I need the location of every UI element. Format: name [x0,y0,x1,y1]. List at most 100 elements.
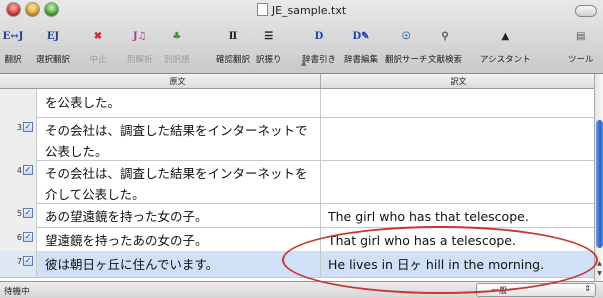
toolbar-ej-selection-translate-button[interactable]: EJ 選択翻訳 [36,24,70,65]
target-text-cell[interactable]: That girl who has a telescope. [328,230,590,251]
table-row[interactable]: 6 ✓ 望遠鏡を持ったあの女の子。 That girl who has a teles… [0,227,594,252]
translation-search-icon-glyph: ☉ [401,31,411,42]
toolbar-label: 辞書編集 [344,55,379,65]
scrollbar-thumb[interactable] [596,120,603,248]
toolbar-label: 選択翻訳 [36,55,71,65]
cell-divider [320,160,321,203]
toolbar-columns-button[interactable]: Ⅱ 確認翻訳 [216,24,250,65]
row-checkbox[interactable]: ✓ [23,122,33,132]
toolbar-label: 翻訳 [4,55,22,65]
translation-grid: を公表した。 3 ✓ その会社は、調査した結果をインターネットで公表した。 4 ✓ その会社… [0,89,594,281]
status-text: 待機中 [4,287,30,297]
ej-selection-translate-icon-glyph: EJ [46,31,60,42]
table-row[interactable]: 4 ✓ その会社は、調査した結果をインターネットを介して公表した。 [0,160,594,204]
toolbar-label: 別訳語 [164,55,190,65]
target-column-header[interactable]: 訳文 [322,76,595,87]
dictionary-lookup-icon-glyph: D [314,31,324,42]
row-number-cell: 7 ✓ [0,251,37,277]
source-text-cell[interactable]: その会社は、調査した結果をインターネットを介して公表した。 [45,163,315,205]
row-number: 5 [16,209,22,218]
dictionary-edit-icon: D✎ [344,24,378,50]
toolbar-label: アシスタント [480,55,531,65]
row-checkbox[interactable]: ✓ [23,256,33,266]
select-arrows-icon: ⇕ [584,284,591,293]
row-checkbox[interactable]: ✓ [23,165,33,175]
row-number-cell: 3 ✓ [0,117,37,160]
lines-icon: ☰ [256,24,282,50]
toolbar-lines-button[interactable]: ☰ 訳振り [256,24,282,65]
alternative-word-icon: ♣ [164,24,190,50]
row-number: 6 [16,233,22,242]
source-text-cell[interactable]: その会社は、調査した結果をインターネットで公表した。 [45,120,315,162]
toolbar-label: 辞書引き [302,55,337,65]
column-header: 原文 訳文 [0,74,603,89]
table-row[interactable]: 5 ✓ あの望遠鏡を持った女の子。 The girl who has that tel… [0,203,594,228]
stop-x-icon-glyph: ✖ [93,31,103,42]
dictionary-lookup-icon: D [302,24,336,50]
target-text-cell[interactable]: The girl who has that telescope. [328,206,590,227]
toolbar-stop-x-button[interactable]: ✖ 中止 [87,24,109,65]
row-checkbox[interactable]: ✓ [23,232,33,242]
source-text-cell[interactable]: あの望遠鏡を持った女の子。 [45,206,315,227]
ej-translate-icon: E↔J [2,24,24,50]
table-row[interactable]: 3 ✓ その会社は、調査した結果をインターネットで公表した。 [0,117,594,161]
row-number: 7 [16,257,22,266]
table-row[interactable]: を公表した。 [0,89,594,118]
column-divider [320,74,321,88]
assistant-icon: ▲ [480,24,531,50]
target-text-cell[interactable]: He lives in 日ヶ hill in the morning. [328,254,590,275]
toolbar-label: 訳振り [256,55,282,65]
mode-select-value: 一般 [491,286,507,295]
toolbar-ej-translate-button[interactable]: E↔J 翻訳 [2,24,24,65]
columns-icon-glyph: Ⅱ [228,31,238,42]
cell-divider [320,227,321,251]
row-number-cell: 4 ✓ [0,160,37,203]
row-number-cell: 6 ✓ [0,227,37,251]
stop-x-icon: ✖ [87,24,109,50]
source-text-cell[interactable]: 彼は朝日ヶ丘に住んでいます。 [45,254,315,275]
source-column-header[interactable]: 原文 [36,76,319,87]
toolbar-alternative-parse-button[interactable]: J♫ 別解析 [127,24,153,65]
alternative-parse-icon: J♫ [127,24,153,50]
source-text-cell[interactable]: を公表した。 [45,92,315,113]
cell-divider [320,89,321,117]
row-number: 4 [16,166,22,175]
vertical-scrollbar[interactable]: ▲ ▼ [594,74,603,281]
toolbar-label: 文献検索 [428,55,463,65]
window-title: JE_sample.txt [0,3,603,17]
toolbar-dictionary-lookup-button[interactable]: D 辞書引き [302,24,336,65]
source-text-cell[interactable]: 望遠鏡を持ったあの女の子。 [45,230,315,251]
ej-translate-icon-glyph: E↔J [2,31,24,42]
toolbar-toggle-button[interactable] [575,5,597,17]
cell-divider [320,117,321,160]
splitter-handle-icon[interactable]: ▲ [301,59,306,67]
cell-divider [320,251,321,277]
alternative-word-icon-glyph: ♣ [172,31,182,42]
translation-search-icon: ☉ [385,24,428,50]
toolbar-dictionary-edit-button[interactable]: D✎ 辞書編集 [344,24,378,65]
scroll-down-arrow-icon[interactable]: ▼ [596,270,603,277]
row-checkbox[interactable]: ✓ [23,208,33,218]
tool-icon-glyph: ▤ [576,31,586,42]
toolbar-assistant-button[interactable]: ▲ アシスタント [480,24,531,65]
toolbar-alternative-word-button[interactable]: ♣ 別訳語 [164,24,190,65]
lines-icon-glyph: ☰ [264,31,274,42]
toolbar-label: 別解析 [127,55,153,65]
scroll-up-arrow-icon[interactable]: ▲ [596,260,603,267]
document-icon [256,3,268,16]
row-number: 3 [16,123,22,132]
toolbar-translation-search-button[interactable]: ☉ 翻訳サーチ [385,24,428,65]
window-chrome: JE_sample.txt E↔J 翻訳 EJ 選択翻訳 ✖ 中止 J♫ 別解析 ♣ 別訳語 Ⅱ 確認… [0,0,603,74]
toolbar-label: 中止 [89,55,107,65]
tool-icon: ▤ [568,24,594,50]
magnifier-icon: ⚲ [428,24,462,50]
toolbar-label: 翻訳サーチ [385,55,428,65]
row-number-cell [0,89,37,117]
toolbar-tool-button[interactable]: ▤ ツール [568,24,594,65]
mode-select[interactable]: 一般 ⇕ [476,283,596,297]
toolbar-label: ツール [568,55,594,65]
table-row[interactable]: 7 ✓ 彼は朝日ヶ丘に住んでいます。 He lives in 日ヶ hill in t… [0,251,594,278]
toolbar-magnifier-button[interactable]: ⚲ 文献検索 [428,24,462,65]
ej-selection-translate-icon: EJ [36,24,70,50]
status-bar: 待機中 一般 ⇕ [0,281,603,298]
